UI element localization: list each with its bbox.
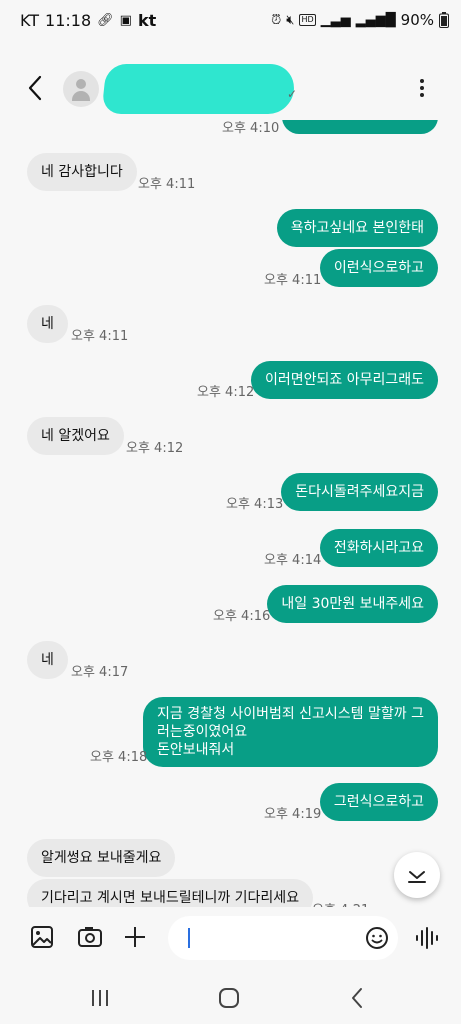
message-bubble-outgoing[interactable]: 전화하시라고요 <box>319 529 438 567</box>
message-bubble-incoming[interactable]: 알게썽요 보내줄게요 <box>27 839 176 877</box>
message-time: 오후 4:14 <box>264 553 322 568</box>
message-time: 오후 4:18 <box>90 750 148 765</box>
more-options-button[interactable] <box>414 76 430 102</box>
image-icon <box>31 926 53 948</box>
message-bubble-outgoing[interactable]: 그런식으로하고 <box>319 783 438 821</box>
message-time: 오후 4:11 <box>71 329 129 344</box>
message-line: 돈안보내줘서 <box>157 742 235 758</box>
battery-percent: 90% <box>400 11 434 29</box>
emoji-icon <box>366 927 388 949</box>
message-time: 오후 4:12 <box>197 385 255 400</box>
carrier-label: KT <box>20 11 40 30</box>
message-time: 오후 4:13 <box>226 497 284 512</box>
message-time: 오후 4:17 <box>71 665 129 680</box>
message-bubble-outgoing[interactable] <box>282 120 438 134</box>
composer-bar <box>0 907 461 971</box>
waveform-icon <box>416 927 438 949</box>
mute-icon: 🔇︎ <box>286 12 295 28</box>
camera-icon <box>78 927 102 947</box>
scroll-to-bottom-button[interactable] <box>394 852 440 898</box>
message-list[interactable]: 오후 4:10 네 감사합니다 오후 4:11 욕하고싶네요 본인한태 이런식으… <box>0 120 461 907</box>
recent-apps-button[interactable] <box>88 986 112 1010</box>
plus-icon <box>125 927 145 947</box>
message-time: 오후 4:19 <box>264 807 322 822</box>
signal-bars-icon: ▂▄▆█ <box>355 12 396 28</box>
system-nav-bar <box>0 972 461 1024</box>
battery-icon <box>439 12 449 28</box>
hd-voice-badge: HD <box>299 14 316 26</box>
gallery-button[interactable] <box>28 923 56 951</box>
message-line: 러는중이였어요 <box>157 724 248 740</box>
gallery-icon: ▣ <box>119 13 132 28</box>
message-line: 지금 경찰청 사이버범죄 신고시스템 말할까 그 <box>157 706 424 722</box>
alarm-icon: ⏰︎ <box>271 12 282 28</box>
message-time: 오후 4:10 <box>222 121 280 136</box>
conversation-header: ✓ <box>0 60 461 120</box>
message-bubble-outgoing[interactable]: 지금 경찰청 사이버범죄 신고시스템 말할까 그 러는중이였어요 돈안보내줘서 <box>143 697 438 767</box>
emoji-button[interactable] <box>364 925 390 951</box>
message-bubble-outgoing[interactable]: 이러면안되죠 아무리그래도 <box>250 361 438 399</box>
message-bubble-outgoing[interactable]: 돈다시돌려주세요지금 <box>281 473 438 511</box>
message-bubble-incoming[interactable]: 기다리고 계시면 보내드릴테니까 기다리세요 <box>27 879 314 907</box>
camera-button[interactable] <box>76 923 104 951</box>
message-time: 오후 4:12 <box>126 441 184 456</box>
message-bubble-outgoing[interactable]: 욕하고싶네요 본인한태 <box>276 209 438 247</box>
back-chevron-icon <box>28 75 42 101</box>
text-cursor <box>188 928 190 948</box>
message-bubble-outgoing[interactable]: 내일 30만원 보내주세요 <box>267 585 438 623</box>
message-time: 오후 4:11 <box>138 177 196 192</box>
back-button[interactable] <box>22 72 50 104</box>
contact-name-redacted[interactable] <box>101 64 297 114</box>
home-button[interactable] <box>217 986 241 1010</box>
system-back-button[interactable] <box>346 986 370 1010</box>
chevron-down-icon[interactable]: ✓ <box>287 87 297 101</box>
message-time: 오후 4:21 <box>312 899 369 907</box>
status-bar: KT 11:18 🔗︎ ▣ kt ⏰︎ 🔇︎ HD ▁▃▅ ▂▄▆█ 90% <box>0 0 461 42</box>
message-bubble-incoming[interactable]: 네 <box>27 305 68 343</box>
person-head-icon <box>76 79 86 89</box>
person-body-icon <box>72 91 90 101</box>
chevron-down-icon <box>408 871 426 883</box>
back-icon <box>352 988 362 1008</box>
message-bubble-outgoing[interactable]: 이런식으로하고 <box>319 249 438 287</box>
voice-record-button[interactable] <box>414 925 440 951</box>
carrier-logo: kt <box>137 11 157 30</box>
message-bubble-incoming[interactable]: 네 알겠어요 <box>27 417 124 455</box>
clock: 11:18 <box>45 11 92 30</box>
recents-icon <box>92 990 108 1006</box>
message-time: 오후 4:16 <box>213 609 271 624</box>
link-icon: 🔗︎ <box>97 13 114 28</box>
message-time: 오후 4:11 <box>264 273 322 288</box>
message-bubble-incoming[interactable]: 네 감사합니다 <box>27 153 137 191</box>
attach-button[interactable] <box>121 923 149 951</box>
message-bubble-incoming[interactable]: 네 <box>27 641 68 679</box>
signal-icon: ▁▃▅ <box>320 12 351 28</box>
home-icon <box>219 988 239 1008</box>
contact-avatar[interactable] <box>63 71 99 107</box>
redaction-mark <box>101 64 297 114</box>
